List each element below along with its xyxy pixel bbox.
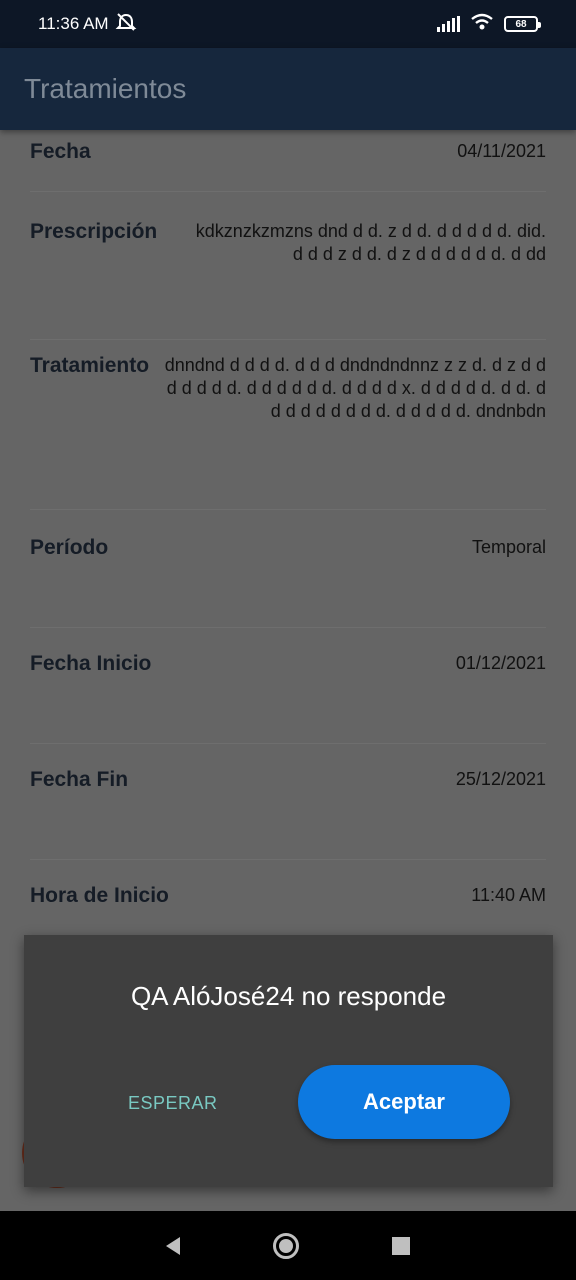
row-value: 11:40 AM (471, 885, 546, 905)
wifi-icon (470, 13, 494, 36)
navigation-bar (0, 1211, 576, 1280)
home-icon[interactable] (272, 1232, 299, 1259)
row-fecha: Fecha 04/11/2021 (30, 140, 546, 192)
status-right: 68 (437, 13, 541, 36)
row-value: 01/12/2021 (455, 653, 546, 673)
row-value: 04/11/2021 (457, 141, 546, 161)
row-fecha-fin: Fecha Fin 25/12/2021 (30, 768, 546, 860)
row-value: dnndnd d d d d. d d d dndndndnnz z z d. … (164, 355, 546, 421)
recents-icon[interactable] (391, 1236, 410, 1255)
row-label: Prescripción (30, 220, 158, 243)
signal-icon (437, 16, 460, 32)
row-value: Temporal (471, 537, 546, 557)
row-label: Período (30, 536, 109, 559)
row-label: Hora de Inicio (30, 884, 169, 907)
row-label: Fecha Fin (30, 768, 129, 791)
dialog-title: QA AlóJosé24 no responde (130, 981, 447, 1011)
row-tratamiento: Tratamiento dnndnd d d d d. d d d dndndn… (30, 354, 546, 510)
status-left: 11:36 AM (38, 12, 137, 37)
battery-level: 68 (515, 18, 527, 30)
row-value: 25/12/2021 (455, 769, 546, 789)
row-label: Tratamiento (30, 354, 150, 377)
row-prescripcion: Prescripción kdkznzkzmzns dnd d d. z d d… (30, 220, 546, 340)
alarm-off-icon (115, 12, 137, 37)
row-periodo: Período Temporal (30, 536, 546, 628)
row-label: Fecha (30, 140, 91, 163)
status-time: 11:36 AM (38, 14, 109, 33)
accept-button[interactable]: Aceptar (298, 1065, 510, 1139)
row-label: Fecha Inicio (30, 652, 152, 675)
wait-button[interactable]: ESPERAR (128, 1093, 218, 1114)
app-bar: Tratamientos (0, 48, 576, 130)
status-bar: 11:36 AM 68 (0, 0, 576, 48)
row-value: kdkznzkzmzns dnd d d. z d d. d d d d d. … (195, 221, 546, 264)
back-icon[interactable] (166, 1236, 181, 1255)
row-fecha-inicio: Fecha Inicio 01/12/2021 (30, 652, 546, 744)
battery-icon: 68 (504, 16, 541, 32)
page-title: Tratamientos (24, 73, 187, 104)
app-not-responding-dialog: QA AlóJosé24 no responde ESPERAR Aceptar (24, 935, 553, 1187)
